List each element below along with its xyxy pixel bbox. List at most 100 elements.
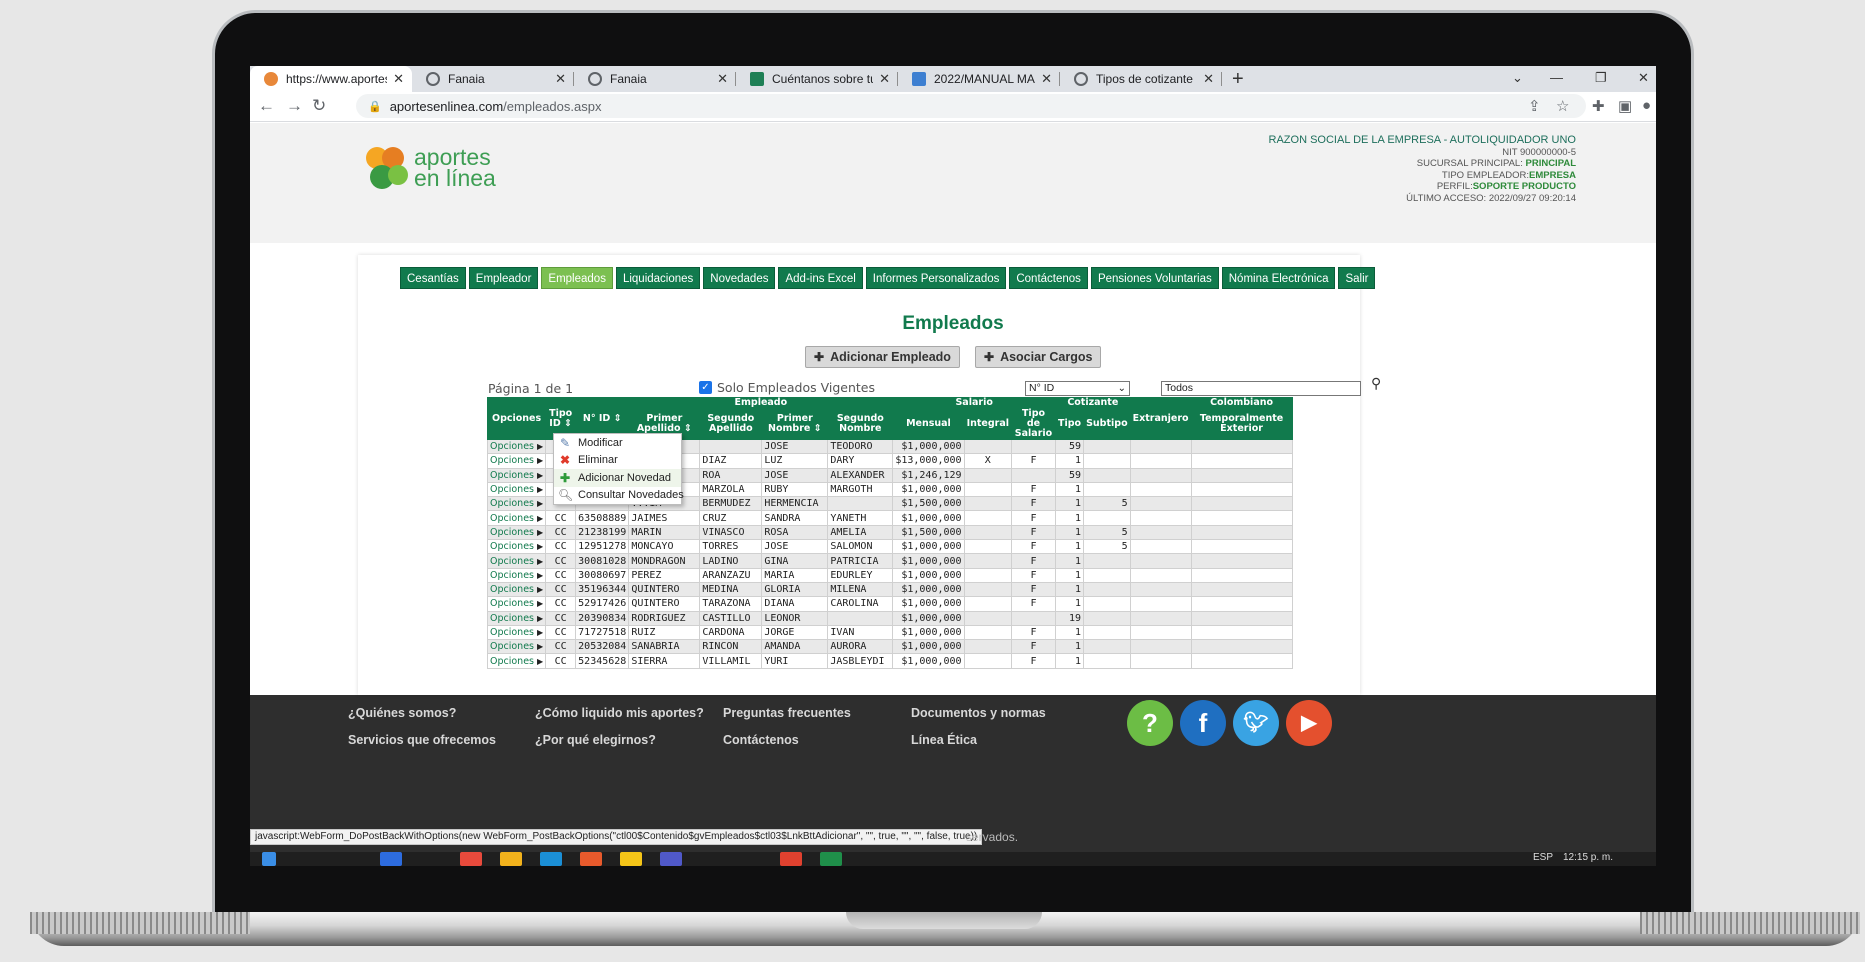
aportes-en-linea-logo[interactable]: aportes en línea [366, 146, 506, 193]
browser-tab-6[interactable]: Tipos de cotizante para ✕ [1060, 66, 1222, 92]
footer-link-por-que[interactable]: ¿Por qué elegirnos? [535, 733, 656, 747]
footer-link-como-liquido[interactable]: ¿Cómo liquido mis aportes? [535, 706, 704, 720]
table-row[interactable]: Opciones ▶ CC 63508889 JAIMES CRUZ SANDRA YANET… [486, 510, 1293, 526]
menu-adicionar-novedad[interactable]: ✚ Adicionar Novedad [554, 469, 681, 487]
table-row[interactable]: Opciones ▶ CC 12951278 MONCAYO TORRES JOSE SALO… [486, 539, 1293, 555]
side-panel-icon[interactable]: ▣ [1618, 97, 1632, 115]
reload-icon[interactable]: ↻ [312, 96, 326, 116]
footer-link-contactenos[interactable]: Contáctenos [723, 733, 799, 747]
browser-tab-3[interactable]: Fanaia ✕ [574, 66, 736, 92]
share-icon[interactable]: ⇪ [1528, 97, 1541, 115]
row-options-link[interactable]: Opciones ▶ [486, 581, 547, 598]
tab-close-icon[interactable]: ✕ [555, 71, 566, 87]
tab-close-icon[interactable]: ✕ [1041, 71, 1052, 87]
add-employee-button[interactable]: ✚ Adicionar Empleado [805, 346, 960, 368]
col-opciones[interactable]: Opciones [486, 397, 547, 440]
checkbox-checked-icon[interactable]: ✓ [699, 381, 712, 394]
menu-eliminar[interactable]: ✖ Eliminar [554, 452, 681, 470]
extensions-icon[interactable]: ✚ [1592, 97, 1605, 115]
tab-search-icon[interactable]: ⌄ [1512, 66, 1523, 90]
start-icon[interactable] [262, 852, 276, 866]
col-tipo-salario[interactable]: Tipo de Salario [1011, 408, 1056, 440]
taskbar-app-icon[interactable] [780, 852, 802, 866]
row-options-link[interactable]: Opciones ▶ [486, 610, 547, 626]
address-bar[interactable]: 🔒 aportesenlinea.com/empleados.aspx [356, 94, 1586, 118]
menu-consultar-novedades[interactable]: 🔍︎ Consultar Novedades [554, 487, 684, 505]
menu-item-addins-excel[interactable]: Add-ins Excel [778, 267, 863, 289]
footer-link-servicios[interactable]: Servicios que ofrecemos [348, 733, 496, 747]
col-segundo-nombre[interactable]: Segundo Nombre [827, 408, 894, 440]
row-options-link[interactable]: Opciones ▶ [486, 453, 547, 469]
table-row[interactable]: Opciones ▶ CC 71727518 RUIZ CARDONA JORGE IVAN $… [486, 624, 1293, 641]
col-tipo[interactable]: Tipo [1054, 408, 1085, 440]
browser-tab-4[interactable]: Cuéntanos sobre tu experiencia ✕ [736, 66, 898, 92]
only-active-checkbox[interactable]: ✓ Solo Empleados Vigentes [699, 380, 875, 395]
menu-modificar[interactable]: ✎ Modificar [554, 434, 681, 452]
col-subtipo[interactable]: Subtipo [1083, 408, 1131, 440]
language-indicator[interactable]: ESP [1533, 852, 1553, 864]
taskbar-app-icon[interactable] [460, 852, 482, 866]
row-options-link[interactable]: Opciones ▶ [486, 624, 547, 641]
table-row[interactable]: Opciones ▶ CC 20390834 RODRIGUEZ CASTILLO LEON… [486, 610, 1293, 626]
row-options-link[interactable]: Opciones ▶ [486, 438, 547, 455]
menu-item-empleados[interactable]: Empleados [541, 267, 613, 289]
table-row[interactable]: Opciones ▶ CC 30081028 MONDRAGON LADINO GINA PA… [486, 553, 1293, 569]
menu-item-salir[interactable]: Salir [1338, 267, 1376, 289]
clock[interactable]: 12:15 p. m. [1563, 852, 1613, 864]
table-row[interactable]: Opciones ▶ CC 21238199 MARIN VINASCO ROSA AMELI… [486, 524, 1293, 541]
footer-link-preguntas[interactable]: Preguntas frecuentes [723, 706, 851, 720]
browser-tab-1[interactable]: https://www.aportesenlinea.com ✕ [250, 66, 412, 92]
row-options-link[interactable]: Opciones ▶ [486, 653, 547, 669]
tab-close-icon[interactable]: ✕ [717, 71, 728, 87]
row-options-link[interactable]: Opciones ▶ [486, 496, 547, 512]
associate-roles-button[interactable]: ✚ Asociar Cargos [975, 346, 1102, 368]
footer-link-quienes[interactable]: ¿Quiénes somos? [348, 706, 456, 720]
menu-item-cesantias[interactable]: Cesantías [400, 267, 466, 289]
col-mensual[interactable]: Mensual [892, 408, 965, 440]
menu-item-pensiones[interactable]: Pensiones Voluntarias [1090, 267, 1219, 289]
tab-close-icon[interactable]: ✕ [393, 71, 404, 87]
taskbar-app-icon[interactable] [580, 852, 602, 866]
taskbar-app-icon[interactable] [540, 852, 562, 866]
row-options-link[interactable]: Opciones ▶ [486, 481, 547, 498]
row-options-link[interactable]: Opciones ▶ [486, 596, 547, 612]
taskbar-app-icon[interactable] [660, 852, 682, 866]
row-options-link[interactable]: Opciones ▶ [486, 524, 547, 541]
row-options-link[interactable]: Opciones ▶ [486, 639, 547, 655]
restore-button[interactable]: ❐ [1595, 66, 1607, 90]
filter-field-select[interactable]: N° ID ⌄ [1025, 381, 1130, 396]
taskbar-app-icon[interactable] [620, 852, 642, 866]
col-extranjero[interactable]: Extranjero [1129, 397, 1192, 440]
profile-icon[interactable]: ● [1642, 97, 1651, 114]
col-primer-nombre[interactable]: Primer Nombre ⇕ [761, 408, 829, 440]
row-options-link[interactable]: Opciones ▶ [486, 553, 547, 569]
table-row[interactable]: Opciones ▶ CC 52917426 QUINTERO TARAZONA DIANA… [486, 596, 1293, 612]
row-options-link[interactable]: Opciones ▶ [486, 567, 547, 583]
menu-item-nomina[interactable]: Nómina Electrónica [1221, 267, 1336, 289]
menu-item-contactenos[interactable]: Contáctenos [1009, 267, 1088, 289]
table-row[interactable]: Opciones ▶ CC 20532084 SANABRIA RINCON AMANDA A… [486, 639, 1293, 655]
tab-close-icon[interactable]: ✕ [879, 71, 890, 87]
table-row[interactable]: Opciones ▶ CC 35196344 QUINTERO MEDINA GLORIA M… [486, 581, 1293, 598]
tab-close-icon[interactable]: ✕ [1203, 71, 1214, 87]
back-icon[interactable]: ← [258, 96, 275, 116]
taskbar-app-icon[interactable] [500, 852, 522, 866]
new-tab-button[interactable]: + [1232, 66, 1244, 92]
forward-icon[interactable]: → [286, 96, 303, 116]
search-icon[interactable]: ⚲ [1371, 375, 1381, 392]
footer-link-linea-etica[interactable]: Línea Ética [911, 733, 977, 747]
col-temporalmente-exterior[interactable]: Temporalmente Exterior [1190, 408, 1293, 440]
taskbar-app-icon[interactable] [380, 852, 402, 866]
menu-item-empleador[interactable]: Empleador [468, 267, 539, 289]
minimize-button[interactable]: — [1550, 66, 1563, 90]
help-icon[interactable]: ? [1127, 700, 1173, 746]
close-window-button[interactable]: ✕ [1638, 66, 1649, 90]
menu-item-novedades[interactable]: Novedades [703, 267, 776, 289]
twitter-icon[interactable]: 🐦︎ [1233, 700, 1279, 746]
youtube-icon[interactable]: ▶ [1286, 700, 1332, 746]
menu-item-informes[interactable]: Informes Personalizados [865, 267, 1007, 289]
col-integral[interactable]: Integral [963, 408, 1013, 440]
table-row[interactable]: Opciones ▶ CC 30080697 PEREZ ARANZAZU MARIA EDU… [486, 567, 1293, 583]
row-options-link[interactable]: Opciones ▶ [486, 539, 547, 555]
facebook-icon[interactable]: f [1180, 700, 1226, 746]
